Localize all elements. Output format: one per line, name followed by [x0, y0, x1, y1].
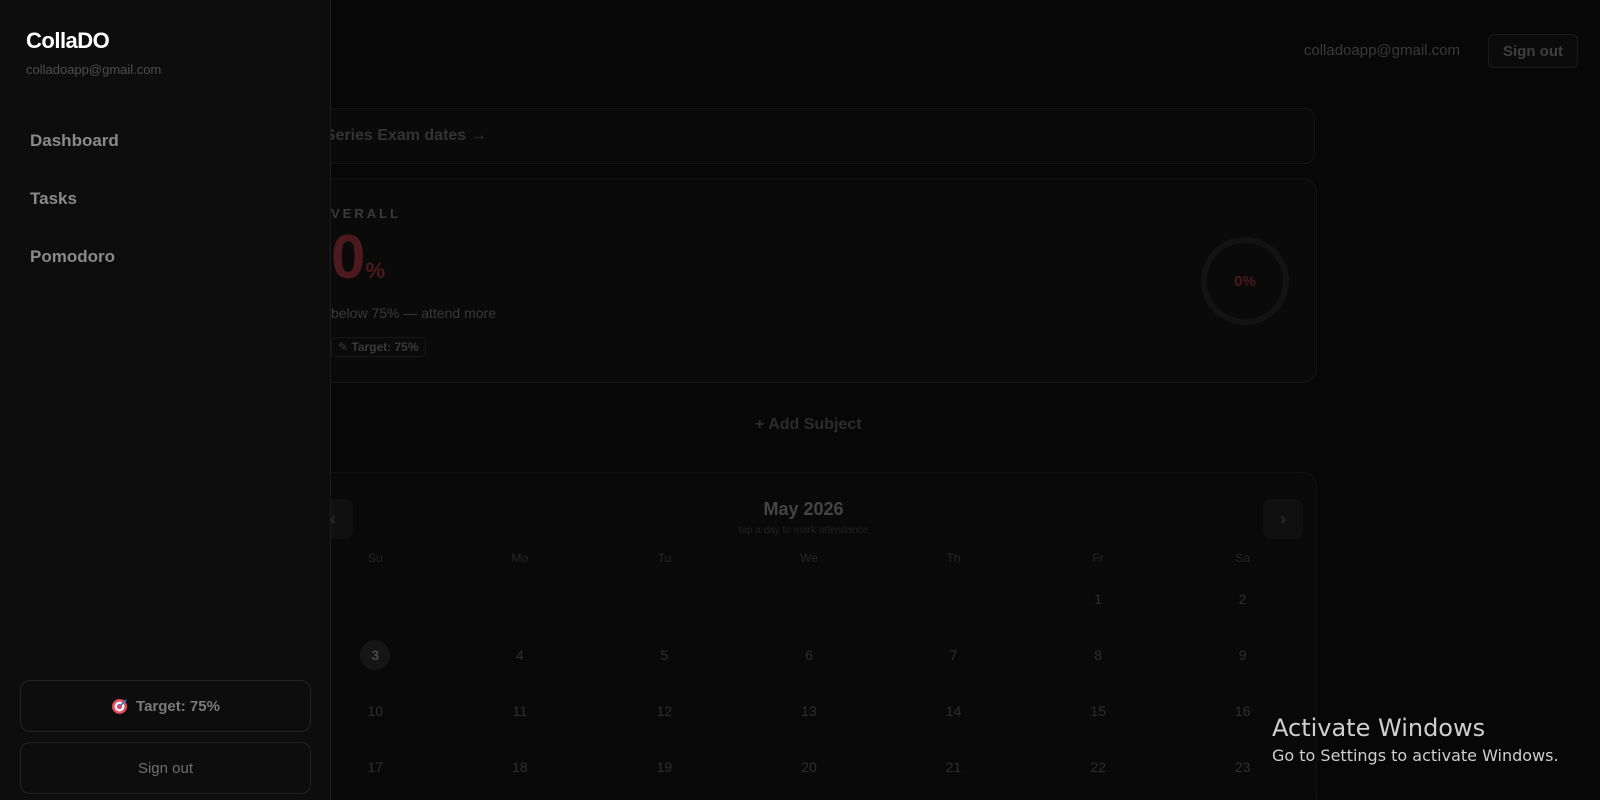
sidebar-item-tasks[interactable]: Tasks: [30, 186, 119, 244]
calendar-day-number: 17: [367, 759, 384, 775]
calendar-day[interactable]: 2: [1170, 571, 1315, 627]
calendar-day-number: 12: [656, 703, 673, 719]
calendar-day-number: 7: [949, 647, 958, 663]
calendar-subtitle: tap a day to mark attendance: [738, 525, 869, 536]
calendar-day[interactable]: 22: [1026, 739, 1171, 795]
overall-attendance-card: VERALL 0% below 75% — attend more ✎ Targ…: [290, 178, 1317, 383]
exam-dates-banner[interactable]: t Series Exam dates →: [290, 108, 1315, 164]
calendar-next-button[interactable]: ›: [1263, 499, 1303, 539]
overall-label: VERALL: [331, 206, 401, 221]
calendar-day-number: 1: [1094, 591, 1103, 607]
calendar-weekday: We: [800, 551, 818, 565]
attendance-ring: 0%: [1201, 237, 1289, 325]
calendar-weekday: Th: [946, 551, 961, 565]
calendar-day-number: 10: [367, 703, 384, 719]
calendar-day[interactable]: 9: [1170, 627, 1315, 683]
calendar-day[interactable]: 5: [592, 627, 737, 683]
edit-target-button[interactable]: ✎ Target: 75%: [331, 337, 426, 357]
sidebar-nav: Dashboard Tasks Pomodoro: [30, 128, 119, 302]
calendar-day-number: 22: [1090, 759, 1106, 775]
calendar-day[interactable]: 19: [592, 739, 737, 795]
calendar-day-number: 9: [1238, 647, 1247, 663]
calendar-day-number: 2: [1238, 591, 1247, 607]
calendar-day[interactable]: 4: [448, 627, 593, 683]
add-subject-button[interactable]: + Add Subject: [755, 416, 862, 434]
calendar-weekday: Fr: [1092, 551, 1104, 565]
calendar-empty-cell: [737, 571, 882, 627]
calendar-day[interactable]: 21: [881, 739, 1026, 795]
windows-activation-watermark: Activate Windows Go to Settings to activ…: [1272, 714, 1559, 765]
topbar-email: colladoapp@gmail.com: [1303, 42, 1460, 59]
sidebar-item-pomodoro[interactable]: Pomodoro: [30, 244, 119, 302]
calendar-day[interactable]: 1: [1026, 571, 1171, 627]
banner-text: t Series Exam dates →: [315, 127, 487, 144]
calendar-day[interactable]: 18: [448, 739, 593, 795]
calendar-day-number: 18: [512, 759, 528, 775]
sidebar-email: colladoapp@gmail.com: [26, 62, 162, 77]
calendar-day[interactable]: 12: [592, 683, 737, 739]
app-logo[interactable]: CollaDO: [26, 28, 110, 54]
calendar-day-number: 14: [945, 703, 962, 719]
sidebar-target-button[interactable]: Target: 75%: [20, 680, 311, 732]
calendar-day-number: 23: [1234, 759, 1251, 775]
calendar-empty-cell: [592, 571, 737, 627]
calendar-day-number: 8: [1094, 647, 1103, 663]
calendar-day-number: 21: [945, 759, 962, 775]
sidebar-drawer: CollaDO colladoapp@gmail.com Dashboard T…: [0, 0, 331, 800]
calendar-day-number: 15: [1090, 703, 1106, 719]
calendar-weekday: Mo: [511, 551, 529, 565]
calendar-day[interactable]: 14: [881, 683, 1026, 739]
calendar-empty-cell: [881, 571, 1026, 627]
calendar-weekday: Sa: [1235, 551, 1251, 565]
calendar-day[interactable]: 11: [448, 683, 593, 739]
calendar-empty-cell: [448, 571, 593, 627]
calendar-day[interactable]: 15: [1026, 683, 1171, 739]
watermark-title: Activate Windows: [1272, 714, 1486, 742]
calendar-day-number: 3: [360, 640, 391, 670]
calendar-grid: Su Mo Tu We Th Fr Sa 1 2 3 4 5 6 7 8 9 10 11 12 13 14 15 16 17 1…: [303, 545, 1315, 795]
watermark-subtitle: Go to Settings to activate Windows.: [1272, 746, 1559, 765]
sidebar-signout-button[interactable]: Sign out: [20, 742, 311, 794]
calendar-day[interactable]: 20: [737, 739, 882, 795]
calendar-day[interactable]: 6: [737, 627, 882, 683]
attendance-calendar: ‹ May 2026 tap a day to mark attendance …: [290, 472, 1317, 800]
overall-percentage: 0%: [331, 223, 386, 292]
calendar-day-number: 20: [801, 759, 817, 775]
calendar-weekday: Tu: [657, 551, 672, 565]
calendar-day-number: 5: [660, 647, 669, 663]
calendar-day[interactable]: 7: [881, 627, 1026, 683]
topbar-signout-button[interactable]: Sign out: [1488, 34, 1578, 68]
calendar-month-title: May 2026: [763, 499, 844, 519]
calendar-day-number: 11: [512, 703, 528, 719]
calendar-day-number: 4: [515, 647, 524, 663]
calendar-day-number: 13: [801, 703, 817, 719]
calendar-day-number: 6: [805, 647, 813, 663]
ring-percentage: 0%: [1234, 272, 1256, 290]
calendar-day[interactable]: 13: [737, 683, 882, 739]
sidebar-target-label: Target: 75%: [136, 697, 220, 715]
target-icon: [111, 698, 128, 715]
calendar-day-number: 19: [656, 759, 673, 775]
attendance-warning: below 75% — attend more: [331, 305, 496, 321]
calendar-day-number: 16: [1234, 703, 1251, 719]
sidebar-item-dashboard[interactable]: Dashboard: [30, 128, 119, 186]
calendar-day[interactable]: 8: [1026, 627, 1171, 683]
